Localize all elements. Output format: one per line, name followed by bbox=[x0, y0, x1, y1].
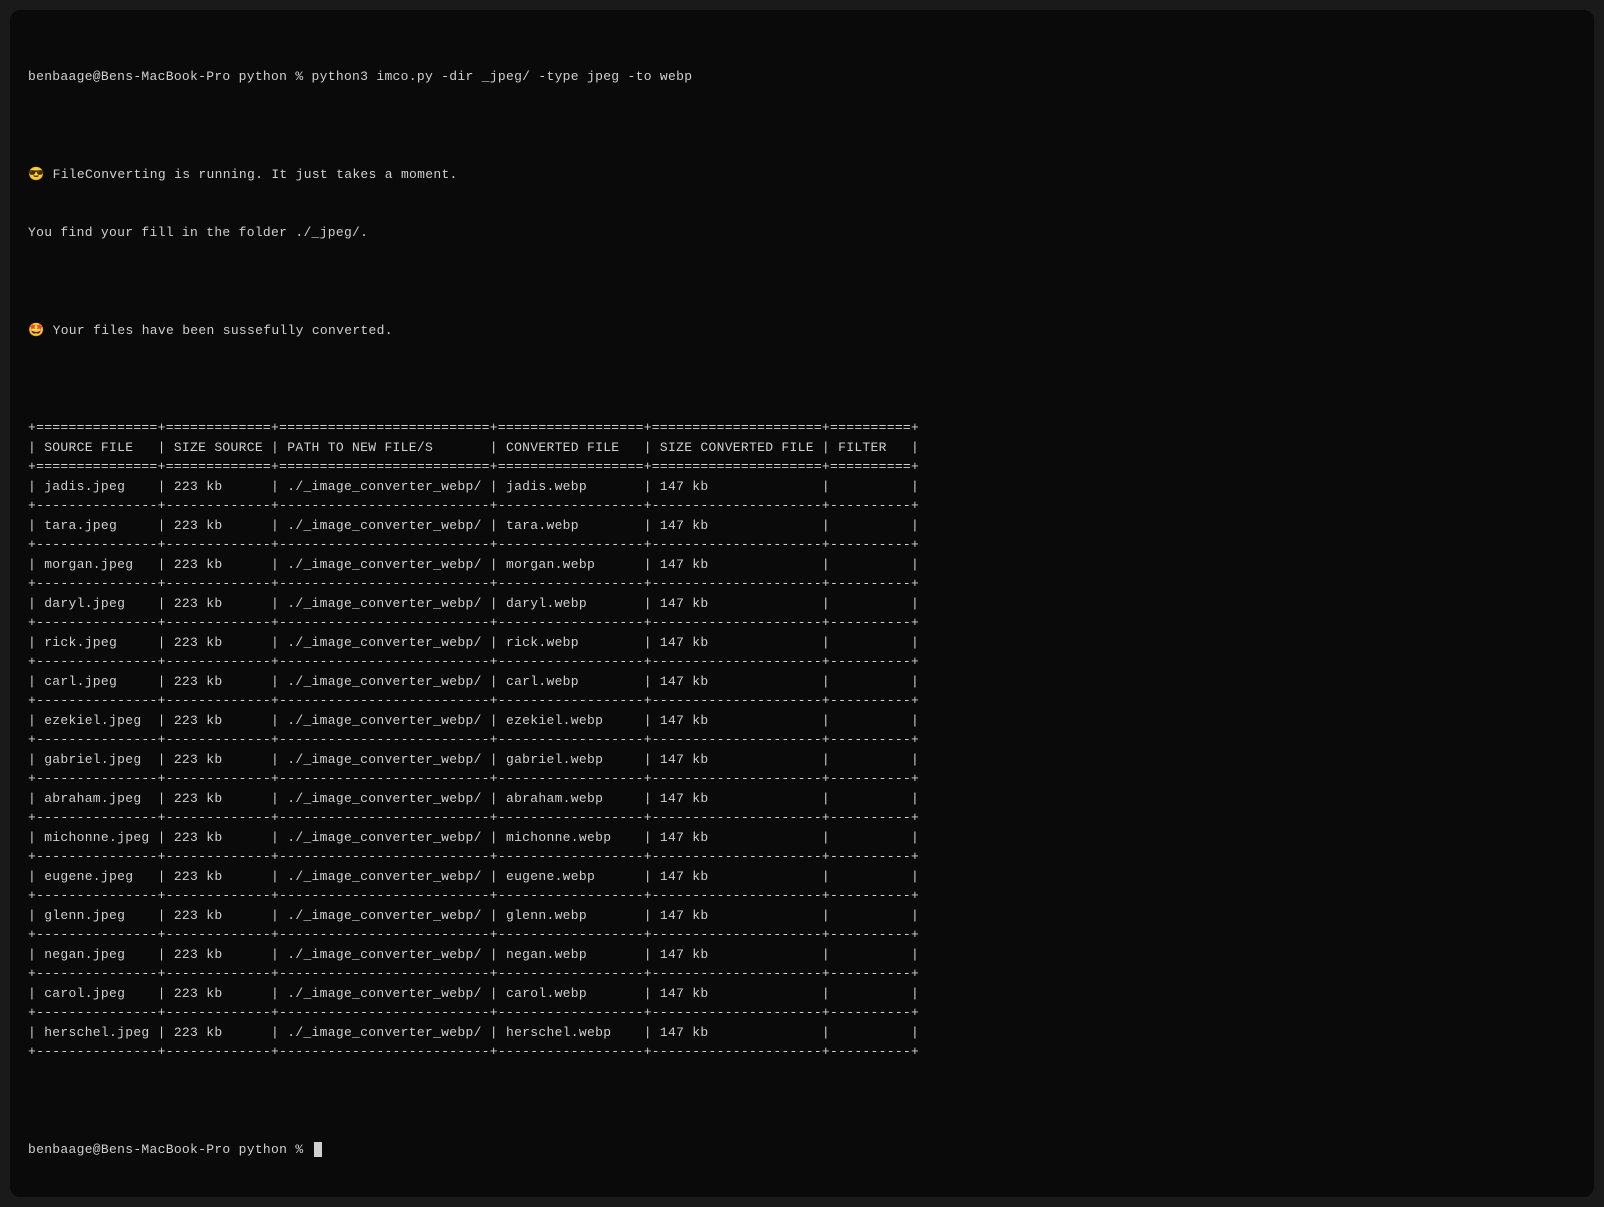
table-row: | herschel.jpeg | 223 kb | ./_image_conv… bbox=[28, 1023, 1576, 1043]
table-row: | michonne.jpeg | 223 kb | ./_image_conv… bbox=[28, 828, 1576, 848]
table-separator-line: +---------------+-------------+---------… bbox=[28, 613, 1576, 633]
command-prompt-line: benbaage@Bens-MacBook-Pro python % pytho… bbox=[28, 67, 1576, 87]
table-row: | glenn.jpeg | 223 kb | ./_image_convert… bbox=[28, 906, 1576, 926]
table-separator-line: +---------------+-------------+---------… bbox=[28, 496, 1576, 516]
terminal-window[interactable]: benbaage@Bens-MacBook-Pro python % pytho… bbox=[10, 10, 1594, 1197]
table-row: | abraham.jpeg | 223 kb | ./_image_conve… bbox=[28, 789, 1576, 809]
table-row: | morgan.jpeg | 223 kb | ./_image_conver… bbox=[28, 555, 1576, 575]
table-header-line: +===============+=============+=========… bbox=[28, 457, 1576, 477]
table-separator-line: +---------------+-------------+---------… bbox=[28, 886, 1576, 906]
table-row: | carl.jpeg | 223 kb | ./_image_converte… bbox=[28, 672, 1576, 692]
status-folder-line: You find your fill in the folder ./_jpeg… bbox=[28, 223, 1576, 243]
table-row: | gabriel.jpeg | 223 kb | ./_image_conve… bbox=[28, 750, 1576, 770]
table-row: | eugene.jpeg | 223 kb | ./_image_conver… bbox=[28, 867, 1576, 887]
cursor-icon bbox=[314, 1142, 322, 1157]
table-separator-line: +---------------+-------------+---------… bbox=[28, 808, 1576, 828]
table-row: | jadis.jpeg | 223 kb | ./_image_convert… bbox=[28, 477, 1576, 497]
table-row: | rick.jpeg | 223 kb | ./_image_converte… bbox=[28, 633, 1576, 653]
table-separator-line: +---------------+-------------+---------… bbox=[28, 652, 1576, 672]
table-header-line: | SOURCE FILE | SIZE SOURCE | PATH TO NE… bbox=[28, 438, 1576, 458]
table-separator-line: +---------------+-------------+---------… bbox=[28, 691, 1576, 711]
table-row: | carol.jpeg | 223 kb | ./_image_convert… bbox=[28, 984, 1576, 1004]
table-separator-line: +---------------+-------------+---------… bbox=[28, 925, 1576, 945]
table-row: | ezekiel.jpeg | 223 kb | ./_image_conve… bbox=[28, 711, 1576, 731]
table-separator-line: +---------------+-------------+---------… bbox=[28, 769, 1576, 789]
table-separator-line: +---------------+-------------+---------… bbox=[28, 847, 1576, 867]
table-separator-line: +---------------+-------------+---------… bbox=[28, 1003, 1576, 1023]
command-prompt-idle[interactable]: benbaage@Bens-MacBook-Pro python % bbox=[28, 1140, 1576, 1160]
results-table: +===============+=============+=========… bbox=[28, 418, 1576, 1062]
table-separator-line: +---------------+-------------+---------… bbox=[28, 574, 1576, 594]
table-separator-line: +---------------+-------------+---------… bbox=[28, 730, 1576, 750]
table-row: | daryl.jpeg | 223 kb | ./_image_convert… bbox=[28, 594, 1576, 614]
prompt-text: benbaage@Bens-MacBook-Pro python % bbox=[28, 1142, 312, 1157]
table-separator-line: +---------------+-------------+---------… bbox=[28, 1042, 1576, 1062]
status-running-line: 😎 FileConverting is running. It just tak… bbox=[28, 165, 1576, 185]
table-separator-line: +---------------+-------------+---------… bbox=[28, 535, 1576, 555]
status-done-line: 🤩 Your files have been sussefully conver… bbox=[28, 321, 1576, 341]
table-row: | negan.jpeg | 223 kb | ./_image_convert… bbox=[28, 945, 1576, 965]
table-separator-line: +---------------+-------------+---------… bbox=[28, 964, 1576, 984]
table-header-line: +===============+=============+=========… bbox=[28, 418, 1576, 438]
table-row: | tara.jpeg | 223 kb | ./_image_converte… bbox=[28, 516, 1576, 536]
